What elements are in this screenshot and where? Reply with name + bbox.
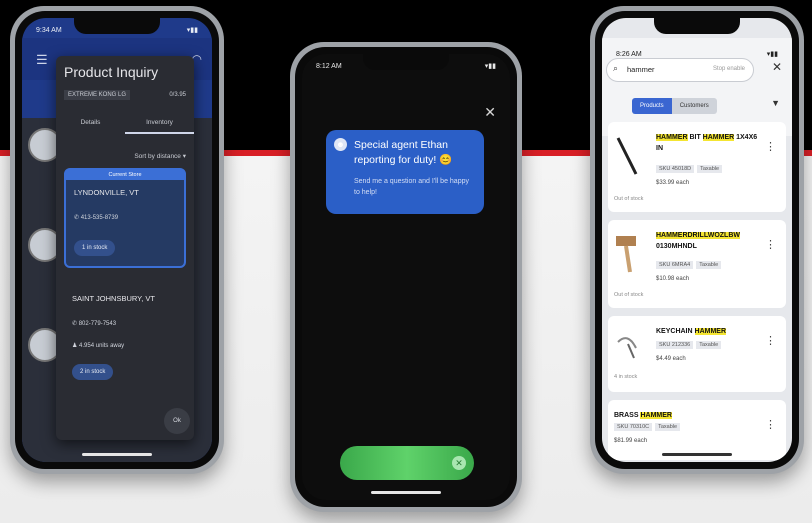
product-card[interactable]: HAMMER BIT HAMMER 1X4X6 IN SKU 45018D Tax… — [608, 122, 786, 212]
taxable-tag: Taxable — [697, 165, 723, 173]
stock-text: 2 in stock — [80, 369, 106, 375]
phone-screen: 9:34 AM ▾▮▮ ☰ ◠ Product Inquiry EXTREME K… — [22, 18, 212, 462]
sku-tag: SKU 45018D — [656, 165, 695, 173]
sku-tag: SKU 212336 — [656, 341, 694, 349]
store-card-current[interactable]: Current Store LYNDONVILLE, VT ✆ 413-535-… — [64, 168, 186, 268]
more-options-icon[interactable]: ⋮ — [765, 238, 776, 251]
product-name: HAMMERDRILLWOZLBW 0130MHNDL — [656, 232, 740, 250]
phone-notch — [74, 18, 160, 34]
phone-icon: ✆ — [72, 321, 79, 327]
phone-product-inquiry: 9:34 AM ▾▮▮ ☰ ◠ Product Inquiry EXTREME K… — [10, 6, 224, 474]
tab-details[interactable]: Details — [56, 112, 125, 134]
more-options-icon[interactable]: ⋮ — [765, 418, 776, 431]
current-store-label: Current Store — [66, 170, 184, 180]
sort-label: Sort by distance — [134, 153, 181, 160]
home-indicator — [662, 453, 732, 456]
stock-text: 1 in stock — [82, 245, 108, 251]
more-options-icon[interactable]: ⋮ — [765, 334, 776, 347]
phone-icon: ✆ — [74, 215, 81, 221]
phone-product-search: 8:26 AM ▾▮▮ ⌕ hammer Stop enable ✕ Produc… — [590, 6, 804, 474]
tab-inventory[interactable]: Inventory — [125, 112, 194, 134]
phone-screen: 8:12 AM ▾▮▮ ✕ ☻ Special agent Ethan repor… — [302, 54, 510, 500]
signal-icon: ▾▮▮ — [186, 27, 198, 34]
inventory-count: 0/3.95 — [169, 92, 186, 98]
agent-message: Special agent Ethan reporting for duty! … — [354, 139, 453, 166]
status-bar: 8:26 AM ▾▮▮ — [616, 48, 778, 60]
status-time: 9:34 AM — [36, 26, 62, 34]
hammer-bit-image — [616, 137, 638, 175]
stock-status: Out of stock — [614, 196, 644, 202]
store-distance: ♟ 4.954 units away — [72, 342, 124, 349]
agent-submessage: Send me a question and I'll be happy to … — [354, 178, 469, 196]
store-phone[interactable]: ✆ 802-779-7543 — [72, 320, 116, 327]
ok-button[interactable]: Ok — [164, 408, 190, 434]
product-name: KEYCHAIN HAMMER — [656, 328, 727, 335]
sku-tag: SKU 6MRA4 — [656, 261, 694, 269]
segment-control: Products Customers — [632, 98, 717, 114]
product-name: BRASS HAMMER — [614, 412, 672, 419]
store-phone[interactable]: ✆ 413-535-8739 — [74, 214, 118, 221]
product-price: $4.49 each — [656, 356, 686, 362]
chevron-down-icon: ▾ — [182, 153, 186, 160]
search-input[interactable]: ⌕ hammer Stop enable — [606, 58, 754, 82]
phone-screen: 8:26 AM ▾▮▮ ⌕ hammer Stop enable ✕ Produc… — [602, 18, 792, 462]
store-name: SAINT JOHNSBURY, VT — [72, 294, 155, 303]
product-tags: SKU 6MRA4 Taxable — [656, 261, 724, 269]
hammer-drill-image — [616, 236, 636, 273]
search-icon: ⌕ — [613, 63, 619, 73]
phone-number: 413-535-8739 — [80, 215, 119, 221]
home-indicator — [82, 453, 152, 456]
sku-tag: SKU 70310C — [614, 423, 653, 431]
person-icon: ♟ — [72, 343, 80, 349]
more-options-icon[interactable]: ⋮ — [765, 140, 776, 153]
product-price: $10.98 each — [656, 276, 690, 282]
taxable-tag: Taxable — [696, 261, 722, 269]
stock-chip[interactable]: 1 in stock — [74, 240, 116, 256]
close-icon[interactable]: ✕ — [772, 60, 782, 74]
sort-dropdown[interactable]: Sort by distance ▾ — [134, 152, 186, 160]
product-tags: SKU 70310C Taxable — [614, 423, 683, 431]
agent-avatar-icon: ☻ — [334, 138, 347, 151]
phone-number: 802-779-7543 — [78, 321, 117, 327]
stock-status: 4 in stock — [614, 374, 638, 380]
stock-status: Out of stock — [614, 292, 644, 298]
product-tags: SKU 212336 Taxable — [656, 341, 724, 349]
taxable-tag: Taxable — [655, 423, 681, 431]
modal-title: Product Inquiry — [64, 64, 159, 80]
product-card[interactable]: KEYCHAIN HAMMER SKU 212336 Taxable $4.49 … — [608, 316, 786, 392]
search-hint: Stop enable — [712, 66, 745, 72]
home-indicator — [371, 491, 441, 494]
agent-message-bubble: ☻ Special agent Ethan reporting for duty… — [326, 130, 484, 214]
signal-icon: ▾▮▮ — [484, 63, 496, 70]
keychain-hammer-image — [617, 337, 637, 359]
stock-chip[interactable]: 2 in stock — [72, 364, 114, 380]
close-icon[interactable]: ✕ — [452, 456, 466, 470]
phone-chat-agent: 8:12 AM ▾▮▮ ✕ ☻ Special agent Ethan repor… — [290, 42, 522, 512]
close-icon[interactable]: ✕ — [484, 104, 496, 121]
segment-products[interactable]: Products — [632, 98, 672, 114]
product-tags: SKU 45018D Taxable — [656, 165, 725, 173]
product-price: $33.99 each — [656, 180, 690, 186]
store-card[interactable]: SAINT JOHNSBURY, VT ✆ 802-779-7543 ♟ 4.9… — [64, 284, 182, 396]
menu-icon[interactable]: ☰ — [36, 52, 48, 68]
product-price: $81.99 each — [614, 438, 648, 444]
status-time: 8:26 AM — [616, 50, 642, 58]
distance-text: 4.954 units away — [79, 343, 125, 349]
taxable-tag: Taxable — [696, 341, 722, 349]
modal-tabs: Details Inventory — [56, 112, 194, 134]
sku-badge: EXTREME KONG LG — [64, 90, 131, 100]
product-name: HAMMER BIT HAMMER 1X4X6 IN — [656, 134, 758, 152]
product-card[interactable]: BRASS HAMMER SKU 70310C Taxable $81.99 ea… — [608, 400, 786, 460]
phone-notch — [654, 18, 740, 34]
inquiry-modal: Product Inquiry EXTREME KONG LG 0/3.95 D… — [56, 56, 194, 440]
store-name: LYNDONVILLE, VT — [74, 188, 139, 197]
voice-input-button[interactable]: ✕ — [340, 446, 474, 480]
filter-icon[interactable]: ▼ — [771, 98, 780, 108]
signal-icon: ▾▮▮ — [766, 51, 778, 58]
phone-notch — [363, 54, 449, 70]
search-query: hammer — [627, 65, 655, 74]
status-time: 8:12 AM — [316, 62, 342, 70]
product-card[interactable]: HAMMERDRILLWOZLBW 0130MHNDL SKU 6MRA4 Tax… — [608, 220, 786, 308]
segment-customers[interactable]: Customers — [671, 98, 717, 114]
